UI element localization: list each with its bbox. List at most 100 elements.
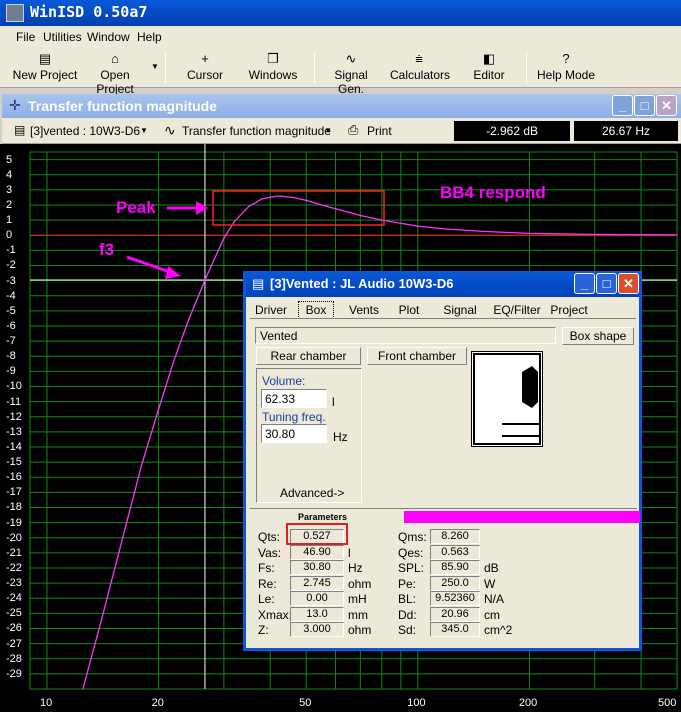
tab-driver[interactable]: Driver bbox=[254, 301, 288, 319]
x-tick-label: 50 bbox=[299, 697, 312, 709]
response-point bbox=[292, 196, 294, 198]
tab-eq-filter[interactable]: EQ/Filter bbox=[492, 301, 542, 319]
param-name: Dd: bbox=[398, 607, 417, 622]
help-question-icon: ? bbox=[562, 51, 570, 66]
param-name: Fs: bbox=[258, 561, 275, 575]
tab-vents[interactable]: Vents bbox=[346, 301, 382, 319]
response-point bbox=[82, 688, 84, 690]
graph-type-dropdown-icon[interactable]: ▼ bbox=[324, 126, 332, 135]
box-shape-button[interactable]: Box shape bbox=[562, 327, 634, 345]
dialog-minimize-button[interactable]: _ bbox=[574, 273, 595, 294]
response-point bbox=[482, 230, 484, 233]
tab-signal[interactable]: Signal bbox=[442, 301, 478, 319]
parameters-bar bbox=[404, 511, 640, 523]
dialog-maximize-button[interactable]: □ bbox=[596, 273, 617, 294]
editor-button[interactable]: ◧ Editor bbox=[470, 50, 508, 86]
project-select[interactable]: [3]vented : 10W3-D6 bbox=[30, 124, 140, 138]
open-project-dropdown-icon[interactable]: ▼ bbox=[151, 62, 159, 71]
response-point bbox=[417, 225, 419, 227]
calculator-icon: ⩧ bbox=[415, 51, 423, 66]
new-project-button[interactable]: ▤ New Project bbox=[12, 50, 78, 86]
y-tick-label: -3 bbox=[6, 274, 16, 287]
print-button[interactable]: Print bbox=[367, 124, 392, 138]
param-value: 20.96 bbox=[430, 606, 480, 622]
readout-hz: 26.67 Hz bbox=[574, 121, 678, 141]
params-divider bbox=[250, 508, 637, 509]
y-tick-label: -18 bbox=[6, 501, 22, 514]
maximize-icon: □ bbox=[602, 276, 611, 291]
response-point bbox=[528, 232, 531, 234]
param-unit: cm^2 bbox=[484, 623, 513, 637]
menu-utilities[interactable]: Utilities bbox=[43, 30, 82, 44]
param-name: Xmax: bbox=[258, 607, 293, 622]
app-icon[interactable] bbox=[6, 4, 24, 22]
param-unit: cm bbox=[484, 607, 500, 622]
open-project-button[interactable]: ⌂ Open Project bbox=[80, 50, 150, 96]
param-name: Sd: bbox=[398, 623, 417, 637]
calculators-button[interactable]: ⩧ Calculators bbox=[390, 50, 450, 86]
rear-chamber-button[interactable]: Rear chamber bbox=[256, 347, 361, 365]
response-point bbox=[122, 537, 124, 539]
signal-gen-label: Signal Gen. bbox=[334, 68, 368, 96]
tab-project[interactable]: Project bbox=[548, 301, 590, 319]
y-tick-label: 2 bbox=[6, 198, 13, 211]
editor-label: Editor bbox=[473, 68, 505, 82]
cursor-button[interactable]: + Cursor bbox=[182, 50, 228, 86]
y-tick-label: -16 bbox=[6, 471, 22, 484]
param-value: 345.0 bbox=[430, 622, 480, 637]
tuning-input[interactable]: 30.80 bbox=[261, 424, 327, 443]
tuning-label: Tuning freq. bbox=[262, 410, 326, 424]
volume-input[interactable]: 62.33 bbox=[261, 389, 327, 408]
readout-db: -2.962 dB bbox=[454, 121, 570, 141]
maximize-icon: □ bbox=[640, 98, 649, 113]
y-tick-label: 1 bbox=[6, 214, 13, 227]
minimize-button[interactable]: _ bbox=[612, 95, 633, 116]
response-point bbox=[233, 220, 235, 223]
cursor-label: Cursor bbox=[186, 68, 223, 82]
advanced-button[interactable]: Advanced-> bbox=[280, 486, 344, 500]
volume-unit: l bbox=[332, 395, 335, 409]
close-icon: ✕ bbox=[623, 276, 634, 291]
y-tick-label: -1 bbox=[6, 244, 16, 257]
x-tick-label: 100 bbox=[407, 697, 426, 709]
project-dropdown-icon[interactable]: ▼ bbox=[140, 126, 148, 135]
close-icon: ✕ bbox=[661, 98, 672, 113]
x-tick-label: 20 bbox=[151, 697, 164, 709]
param-unit: mm bbox=[348, 607, 368, 622]
param-name: SPL: bbox=[398, 561, 425, 575]
tab-box[interactable]: Box bbox=[298, 301, 334, 319]
y-tick-label: -7 bbox=[6, 335, 16, 348]
cursor-crosshair-icon: + bbox=[201, 51, 209, 66]
y-tick-label: -26 bbox=[6, 622, 22, 635]
close-button[interactable]: ✕ bbox=[656, 95, 677, 116]
menu-window[interactable]: Window bbox=[87, 30, 130, 44]
menu-bar: File Utilities Window Help bbox=[0, 26, 681, 48]
help-mode-button[interactable]: ? Help Mode bbox=[536, 50, 596, 86]
x-tick-label: 200 bbox=[518, 697, 538, 709]
crosshair-window-icon: ✛ bbox=[9, 97, 21, 113]
dialog-close-button[interactable]: ✕ bbox=[618, 273, 639, 294]
param-value: 0.563 bbox=[430, 544, 480, 560]
param-value: 2.745 bbox=[290, 575, 344, 591]
maximize-button[interactable]: □ bbox=[634, 95, 655, 116]
front-chamber-button[interactable]: Front chamber bbox=[367, 347, 467, 365]
new-project-label: New Project bbox=[12, 68, 78, 82]
response-point bbox=[261, 198, 263, 200]
new-document-icon: ▤ bbox=[38, 51, 52, 66]
windows-button[interactable]: ❐ Windows bbox=[246, 50, 300, 86]
y-tick-label: -14 bbox=[6, 440, 22, 453]
box-type-field[interactable]: Vented bbox=[255, 327, 556, 344]
y-tick-label: 0 bbox=[6, 229, 13, 242]
menu-file[interactable]: File bbox=[16, 30, 35, 44]
windows-label: Windows bbox=[248, 68, 298, 82]
tab-plot[interactable]: Plot bbox=[396, 301, 422, 319]
f3-annotation: f3 bbox=[99, 240, 115, 259]
menu-help[interactable]: Help bbox=[137, 30, 162, 44]
y-tick-label: -23 bbox=[6, 577, 22, 590]
main-toolbar: ▤ New Project ⌂ Open Project ▼ + Cursor … bbox=[0, 48, 681, 96]
y-tick-label: 4 bbox=[6, 168, 13, 181]
y-tick-label: 3 bbox=[6, 183, 13, 196]
signal-gen-button[interactable]: ∿ Signal Gen. bbox=[320, 50, 382, 96]
dialog-title-bar: ▤ [3]Vented : JL Audio 10W3-D6 _ □ ✕ bbox=[246, 271, 639, 297]
graph-type-select[interactable]: Transfer function magnitude bbox=[182, 124, 331, 138]
